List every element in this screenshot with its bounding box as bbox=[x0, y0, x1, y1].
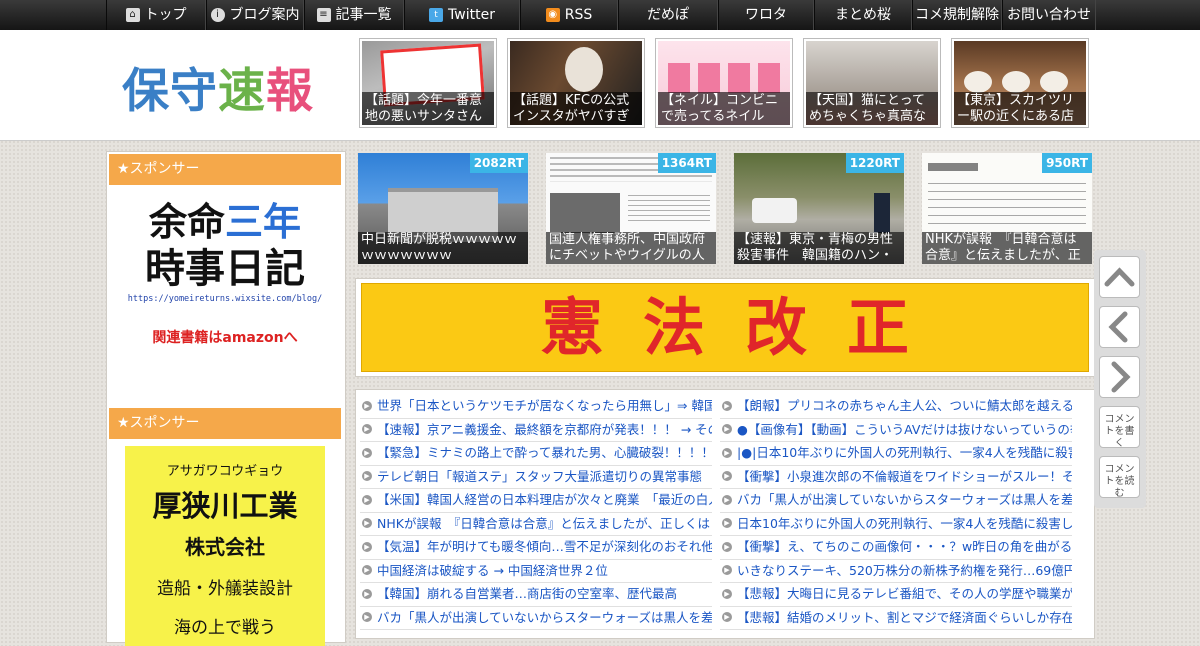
bullet-arrow-icon: ▶ bbox=[362, 565, 372, 575]
link-column-right: ▶ 【朗報】プリコネの赤ちゃん主人公、ついに鯖太郎を越えるｗ ▶ ●【画像有】【動画… bbox=[720, 395, 1072, 630]
top-nav: ⌂ トップ i ブログ案内 ≡ 記事一覧 t Twitter ◉ RSS だめぽ ワロタ … bbox=[0, 0, 1200, 30]
list-item[interactable]: ▶ NHKが誤報 『日韓合意は合意』と伝えましたが、正しくは『 bbox=[360, 513, 712, 536]
constitution-banner[interactable]: 憲法改正 bbox=[355, 278, 1095, 377]
nav-twitter[interactable]: t Twitter bbox=[404, 0, 520, 30]
banner-background: 憲法改正 bbox=[361, 283, 1089, 372]
list-item[interactable]: ▶ 世界「日本というケツモチが居なくなったら用無し」⇒ 韓国が bbox=[360, 395, 712, 419]
article-thumbnail bbox=[928, 163, 978, 171]
nav-matome-sakura[interactable]: まとめ桜 bbox=[814, 0, 912, 30]
prev-page-button[interactable] bbox=[1099, 306, 1140, 348]
rt-count-badge: 1364RT bbox=[657, 153, 716, 173]
list-item[interactable]: ▶ 【気温】年が明けても暖冬傾向…雪不足が深刻化のおそれ他 bbox=[360, 536, 712, 560]
bullet-arrow-icon: ▶ bbox=[722, 471, 732, 481]
list-item[interactable]: ▶ バカ「黒人が出演していないからスターウォーズは黒人を差別 bbox=[360, 607, 712, 630]
bullet-arrow-icon: ▶ bbox=[362, 612, 372, 622]
rt-count-badge: 950RT bbox=[1042, 153, 1092, 173]
list-item[interactable]: ▶ バカ「黒人が出演していないからスターウォーズは黒人を差別 bbox=[720, 489, 1072, 513]
list-item[interactable]: ▶ 【速報】京アニ義援金、最終額を京都府が発表！！！ → その金 bbox=[360, 419, 712, 442]
bullet-arrow-icon: ▶ bbox=[722, 588, 732, 599]
list-item[interactable]: ▶ 日本10年ぶりに外国人の死刑執行、一家4人を残酷に殺害した中 bbox=[720, 513, 1072, 536]
bullet-arrow-icon: ▶ bbox=[362, 424, 372, 434]
chevron-right-icon bbox=[1111, 361, 1131, 393]
list-item[interactable]: ▶ 【衝撃】え、てちのこの画像何・・・？w昨日の角を曲がるの初 bbox=[720, 536, 1072, 560]
sidebar: ★スポンサー 余命三年 時事日記 https://yomeireturns.wi… bbox=[106, 151, 346, 646]
sponsor-heading: ★スポンサー bbox=[109, 408, 341, 439]
rt-article-card[interactable]: 950RT NHKが誤報 『日韓合意は合意』と伝えましたが、正 bbox=[922, 153, 1092, 264]
rt-article-card[interactable]: 2082RT 中日新聞が脱税ｗｗｗｗｗｗｗｗｗｗｗｗ bbox=[358, 153, 528, 264]
nav-damepo[interactable]: だめぽ bbox=[618, 0, 718, 30]
list-item[interactable]: ▶ 【衝撃】小泉進次郎の不倫報道をワイドショーがスルー！その bbox=[720, 466, 1072, 489]
header-article-card[interactable]: 【ネイル】コンビニで売ってるネイル bbox=[655, 38, 793, 128]
list-item[interactable]: ▶ |●|日本10年ぶりに外国人の死刑執行、一家4人を残酷に殺害し bbox=[720, 442, 1072, 466]
list-item[interactable]: ▶ 【悲報】大晦日に見るテレビ番組で、その人の学歴や職業がわ bbox=[720, 583, 1072, 607]
bullet-arrow-icon: ▶ bbox=[362, 400, 372, 411]
nav-article-list[interactable]: ≡ 記事一覧 bbox=[304, 0, 404, 30]
bullet-arrow-icon: ▶ bbox=[722, 612, 732, 622]
chevron-up-icon bbox=[1104, 267, 1135, 287]
bullet-arrow-icon: ▶ bbox=[722, 400, 732, 411]
write-comment-button[interactable]: コメントを書く bbox=[1099, 406, 1140, 449]
rt-count-badge: 2082RT bbox=[469, 153, 528, 173]
list-icon: ≡ bbox=[316, 8, 331, 22]
bullet-arrow-icon: ▶ bbox=[722, 494, 732, 505]
header-article-card[interactable]: 【東京】スカイツリー駅の近くにある店 bbox=[951, 38, 1089, 128]
rt-count-badge: 1220RT bbox=[845, 153, 904, 173]
bullet-arrow-icon: ▶ bbox=[722, 518, 732, 528]
sponsor-ad-yomei[interactable]: 余命三年 時事日記 https://yomeireturns.wixsite.c… bbox=[109, 188, 341, 378]
sponsor-heading: ★スポンサー bbox=[109, 154, 341, 185]
nav-blog-guide[interactable]: i ブログ案内 bbox=[206, 0, 304, 30]
home-icon: ⌂ bbox=[125, 8, 140, 22]
bullet-arrow-icon: ▶ bbox=[722, 447, 732, 458]
bullet-arrow-icon: ▶ bbox=[362, 541, 372, 552]
list-item[interactable]: ▶ 【朗報】プリコネの赤ちゃん主人公、ついに鯖太郎を越えるｗ bbox=[720, 395, 1072, 419]
rt-article-card[interactable]: 1364RT 国連人権事務所、中国政府にチベットやウイグルの人 bbox=[546, 153, 716, 264]
bullet-arrow-icon: ▶ bbox=[722, 541, 732, 552]
header-article-card[interactable]: 【天国】猫にとってめちゃくちゃ真高な bbox=[803, 38, 941, 128]
chevron-left-icon bbox=[1108, 311, 1128, 343]
nav-top[interactable]: ⌂ トップ bbox=[106, 0, 206, 30]
list-item[interactable]: ▶ 【悲報】結婚のメリット、割とマジで経済面ぐらいしか存在し bbox=[720, 607, 1072, 630]
list-item[interactable]: ▶ 【韓国】崩れる自営業者…商店街の空室率、歴代最高 bbox=[360, 583, 712, 607]
list-item[interactable]: ▶ 【米国】韓国人経営の日本料理店が次々と廃業 「最近の白人 bbox=[360, 489, 712, 513]
nav-rss[interactable]: ◉ RSS bbox=[520, 0, 618, 30]
bullet-arrow-icon: ▶ bbox=[362, 447, 372, 458]
article-link-list: ▶ 世界「日本というケツモチが居なくなったら用無し」⇒ 韓国が ▶ 【速報】京アニ義… bbox=[355, 389, 1095, 639]
banner-text: 憲法改正 bbox=[540, 291, 949, 364]
sponsor-ad-asagawa[interactable]: アサガワコウギョウ 厚狭川工業 株式会社 造船・外艤装設計 海の上で戦う bbox=[125, 446, 325, 646]
floating-nav: コメントを書く コメントを読む bbox=[1094, 250, 1146, 508]
scroll-top-button[interactable] bbox=[1099, 256, 1140, 298]
list-item[interactable]: ▶ いきなりステーキ、520万株分の新株予約権を発行…69億円を調 bbox=[720, 560, 1072, 583]
list-item[interactable]: ▶ 【緊急】ミナミの路上で酔って暴れた男、心臓破裂！！！！！ bbox=[360, 442, 712, 466]
bullet-arrow-icon: ▶ bbox=[722, 565, 732, 575]
site-header: 保守速報 【話題】今年一番意地の悪いサンタさん 【話題】KFCの公式インスタがヤ… bbox=[0, 30, 1200, 141]
list-item[interactable]: ▶ ●【画像有】【動画】こういうAVだけは抜けないっていうの挙 bbox=[720, 419, 1072, 442]
bullet-arrow-icon: ▶ bbox=[362, 494, 372, 505]
rss-icon: ◉ bbox=[545, 8, 560, 22]
bullet-arrow-icon: ▶ bbox=[362, 471, 372, 481]
bullet-arrow-icon: ▶ bbox=[362, 518, 372, 528]
article-thumbnail bbox=[752, 198, 797, 223]
read-comment-button[interactable]: コメントを読む bbox=[1099, 456, 1140, 499]
list-item[interactable]: ▶ 中国経済は破綻する → 中国経済世界２位 bbox=[360, 560, 712, 583]
list-item[interactable]: ▶ テレビ朝日「報道ステ」スタッフ大量派遣切りの異常事態 bbox=[360, 466, 712, 489]
bullet-arrow-icon: ▶ bbox=[362, 588, 372, 599]
nav-warota[interactable]: ワロタ bbox=[718, 0, 814, 30]
rt-article-card[interactable]: 1220RT 【速報】東京・青梅の男性殺害事件 韓国籍のハン・ bbox=[734, 153, 904, 264]
header-article-card[interactable]: 【話題】今年一番意地の悪いサンタさん bbox=[359, 38, 497, 128]
bullet-arrow-icon: ▶ bbox=[722, 424, 732, 434]
twitter-icon: t bbox=[429, 8, 444, 22]
link-column-left: ▶ 世界「日本というケツモチが居なくなったら用無し」⇒ 韓国が ▶ 【速報】京アニ義… bbox=[360, 395, 712, 630]
nav-contact[interactable]: お問い合わせ bbox=[1002, 0, 1096, 30]
info-icon: i bbox=[210, 8, 225, 22]
next-page-button[interactable] bbox=[1099, 356, 1140, 398]
header-article-card[interactable]: 【話題】KFCの公式インスタがヤバすぎ bbox=[507, 38, 645, 128]
site-logo[interactable]: 保守速報 bbox=[122, 52, 322, 119]
nav-comment-unblock[interactable]: コメ規制解除 bbox=[912, 0, 1002, 30]
